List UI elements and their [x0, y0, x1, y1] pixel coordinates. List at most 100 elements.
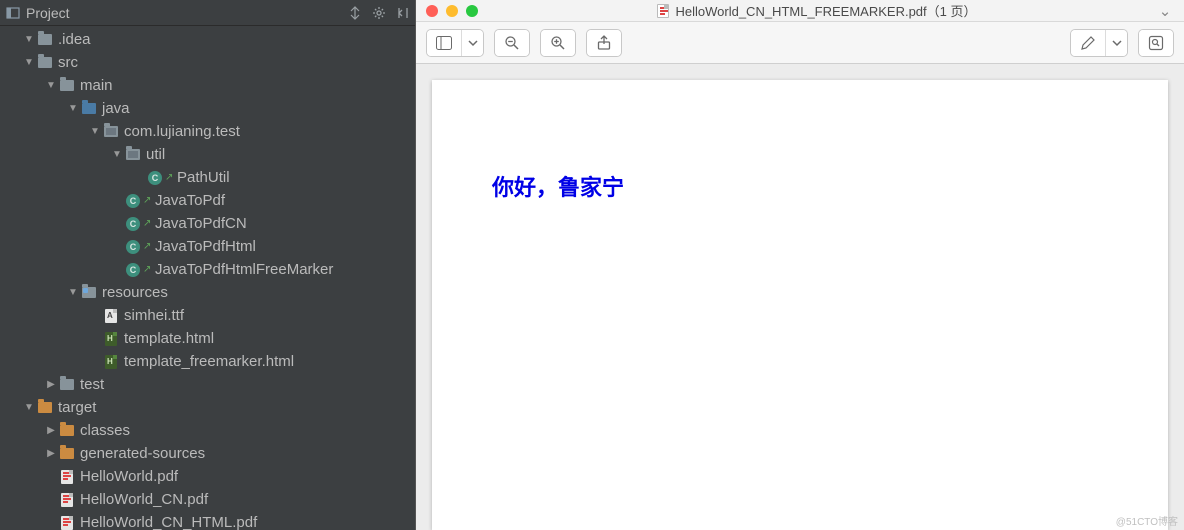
folder-icon: [36, 34, 54, 45]
tree-item-label: target: [58, 399, 96, 416]
tree-row[interactable]: ▼ util: [0, 143, 415, 166]
gear-icon[interactable]: [367, 1, 391, 25]
annotate-button[interactable]: [1071, 29, 1105, 57]
vcs-changed-icon: ↗: [143, 242, 153, 252]
tree-item-label: resources: [102, 284, 168, 301]
pdf-viewer-window: HelloWorld_CN_HTML_FREEMARKER.pdf（1 页） ⌄: [416, 0, 1184, 530]
tree-item-label: JavaToPdfHtmlFreeMarker: [155, 261, 333, 278]
autoscroll-icon[interactable]: [343, 1, 367, 25]
chevron-down-icon[interactable]: ▼: [22, 57, 36, 68]
tree-row[interactable]: C↗JavaToPdfCN: [0, 212, 415, 235]
traffic-lights: [426, 5, 478, 17]
tree-row[interactable]: simhei.ttf: [0, 304, 415, 327]
tree-item-label: HelloWorld_CN.pdf: [80, 491, 208, 508]
tree-row[interactable]: ▼ target: [0, 396, 415, 419]
package-icon: [124, 149, 142, 160]
tree-row[interactable]: template_freemarker.html: [0, 350, 415, 373]
tree-item-label: HelloWorld.pdf: [80, 468, 178, 485]
folder-icon: [58, 80, 76, 91]
zoom-out-group: [494, 29, 530, 57]
tree-row[interactable]: ▼ java: [0, 97, 415, 120]
pdf-page: 你好，鲁家宁: [432, 80, 1168, 530]
share-group: [586, 29, 622, 57]
viewer-toolbar: [416, 22, 1184, 64]
chevron-down-icon[interactable]: ▼: [110, 149, 124, 160]
chevron-down-icon[interactable]: ▼: [22, 402, 36, 413]
vcs-changed-icon: ↗: [165, 173, 175, 183]
pdf-file-icon: [58, 516, 76, 530]
folder-icon: [36, 57, 54, 68]
sidebar-toggle-button[interactable]: [427, 29, 461, 57]
tree-row[interactable]: ▶ generated-sources: [0, 442, 415, 465]
resources-folder-icon: [80, 287, 98, 298]
chevron-right-icon[interactable]: ▶: [44, 448, 58, 459]
zoom-out-button[interactable]: [495, 29, 529, 57]
tree-row[interactable]: ▼ main: [0, 74, 415, 97]
chevron-right-icon[interactable]: ▶: [44, 425, 58, 436]
search-button[interactable]: [1139, 29, 1173, 57]
tree-row[interactable]: C↗JavaToPdf: [0, 189, 415, 212]
tree-item-label: JavaToPdfCN: [155, 215, 247, 232]
chevron-down-icon[interactable]: ▼: [66, 287, 80, 298]
tree-row[interactable]: ▼ resources: [0, 281, 415, 304]
annotate-chevron-icon[interactable]: [1105, 29, 1127, 57]
tree-row[interactable]: template.html: [0, 327, 415, 350]
html-file-icon: [102, 355, 120, 369]
tree-row[interactable]: ▼.idea: [0, 28, 415, 51]
java-class-icon: C: [124, 240, 142, 254]
vcs-changed-icon: ↗: [143, 196, 153, 206]
window-title-text: HelloWorld_CN_HTML_FREEMARKER.pdf（1 页）: [675, 1, 976, 20]
chevron-down-icon[interactable]: ▼: [88, 126, 102, 137]
tree-row[interactable]: C↗PathUtil: [0, 166, 415, 189]
pdf-text-content: 你好，鲁家宁: [492, 170, 1108, 202]
tree-item-label: generated-sources: [80, 445, 205, 462]
tree-row[interactable]: ▶ test: [0, 373, 415, 396]
minimize-button[interactable]: [446, 5, 458, 17]
tree-item-label: java: [102, 100, 130, 117]
chevron-down-icon[interactable]: ▼: [66, 103, 80, 114]
view-mode-chevron-icon[interactable]: [461, 29, 483, 57]
tree-item-label: classes: [80, 422, 130, 439]
pdf-file-icon: [657, 4, 669, 18]
tree-row[interactable]: ▶ classes: [0, 419, 415, 442]
zoom-in-button[interactable]: [541, 29, 575, 57]
tree-item-label: template_freemarker.html: [124, 353, 294, 370]
vcs-changed-icon: ↗: [143, 219, 153, 229]
ide-project-panel: Project ▼.idea▼src▼main▼java▼com.lujiani…: [0, 0, 416, 530]
tree-row[interactable]: C↗JavaToPdfHtmlFreeMarker: [0, 258, 415, 281]
tree-row[interactable]: ▼ com.lujianing.test: [0, 120, 415, 143]
tree-row[interactable]: HelloWorld_CN.pdf: [0, 488, 415, 511]
title-chevron-down-icon[interactable]: ⌄: [1156, 2, 1174, 20]
tree-item-label: src: [58, 54, 78, 71]
pdf-file-icon: [58, 493, 76, 507]
chevron-right-icon[interactable]: ▶: [44, 379, 58, 390]
project-tree[interactable]: ▼.idea▼src▼main▼java▼com.lujianing.test▼…: [0, 26, 415, 530]
tree-row[interactable]: ▼ src: [0, 51, 415, 74]
ide-panel-header: Project: [0, 0, 415, 26]
tree-item-label: template.html: [124, 330, 214, 347]
view-mode-group: [426, 29, 484, 57]
tree-item-label: main: [80, 77, 113, 94]
watermark: @51CTO博客: [1116, 513, 1178, 528]
folder-icon: [58, 425, 76, 436]
share-button[interactable]: [587, 29, 621, 57]
project-panel-icon: [6, 6, 20, 20]
viewer-body[interactable]: 你好，鲁家宁: [416, 64, 1184, 530]
tree-item-label: simhei.ttf: [124, 307, 184, 324]
tree-item-label: test: [80, 376, 104, 393]
chevron-down-icon[interactable]: ▼: [22, 34, 36, 45]
tree-item-label: util: [146, 146, 165, 163]
folder-icon: [58, 448, 76, 459]
tree-item-label: com.lujianing.test: [124, 123, 240, 140]
pdf-file-icon: [58, 470, 76, 484]
tree-row[interactable]: HelloWorld_CN_HTML.pdf: [0, 511, 415, 530]
annotate-group: [1070, 29, 1128, 57]
collapse-icon[interactable]: [391, 1, 415, 25]
maximize-button[interactable]: [466, 5, 478, 17]
tree-item-label: PathUtil: [177, 169, 230, 186]
close-button[interactable]: [426, 5, 438, 17]
tree-row[interactable]: HelloWorld.pdf: [0, 465, 415, 488]
tree-item-label: JavaToPdfHtml: [155, 238, 256, 255]
tree-row[interactable]: C↗JavaToPdfHtml: [0, 235, 415, 258]
chevron-down-icon[interactable]: ▼: [44, 80, 58, 91]
